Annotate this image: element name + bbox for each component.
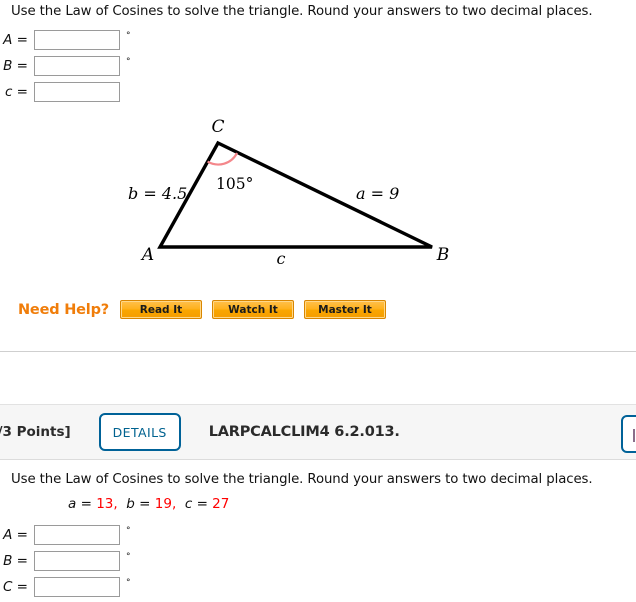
answer-input-B[interactable] (34, 56, 120, 76)
details-button[interactable]: DETAILS (98, 413, 181, 451)
bottom-answer-input-B[interactable] (34, 551, 120, 571)
need-help-bar: Need Help? Read It Watch It Master It (0, 300, 396, 319)
bottom-answer-label-B: B = (3, 553, 28, 569)
bottom-answer-row-A: A = ° (0, 522, 131, 548)
master-it-button[interactable]: Master It (303, 300, 386, 319)
question-header-bar: -/3 Points] DETAILS LARPCALCLIM4 6.2.013… (0, 404, 636, 460)
bottom-answer-input-C[interactable] (34, 577, 120, 597)
bottom-answer-fields: A = ° B = ° C = ° (0, 522, 131, 600)
given-var-b: b (126, 496, 135, 512)
answer-label-A: A = (3, 32, 28, 48)
vertex-label-A: A (140, 245, 154, 265)
bottom-answer-row-B: B = ° (0, 548, 131, 574)
top-answer-fields: A = ° B = ° c = ° (0, 27, 131, 105)
need-help-label: Need Help? (18, 301, 109, 318)
read-it-button[interactable]: Read It (119, 300, 202, 319)
answer-label-c: c = (4, 84, 28, 100)
question-title: LARPCALCLIM4 6.2.013. (208, 424, 400, 440)
bottom-answer-label-A: A = (3, 527, 28, 543)
bottom-degree-symbol-C: ° (126, 577, 131, 588)
given-eq-c: = (196, 496, 208, 512)
answer-input-A[interactable] (34, 30, 120, 50)
given-value-b: 19 (154, 496, 172, 512)
triangle-figure: C A B 105° b = 4.5 a = 9 c (0, 110, 636, 275)
vertex-label-C: C (211, 117, 224, 137)
truncated-right-button[interactable] (621, 415, 636, 453)
degree-symbol-A: ° (126, 30, 131, 41)
given-value-c: 27 (212, 496, 230, 512)
given-values: a = 13, b = 19, c = 27 (68, 496, 229, 512)
answer-label-B: B = (3, 58, 28, 74)
given-eq-a: = (80, 496, 92, 512)
points-indicator: -/3 Points] (0, 424, 71, 440)
bottom-answer-input-A[interactable] (34, 525, 120, 545)
answer-row-B: B = ° (0, 53, 131, 79)
watch-it-button[interactable]: Watch It (211, 300, 294, 319)
side-label-b: b = 4.5 (128, 184, 187, 203)
triangle-diagram-svg: C A B 105° b = 4.5 a = 9 c (128, 117, 450, 268)
given-value-a: 13 (96, 496, 114, 512)
answer-row-A: A = ° (0, 27, 131, 53)
truncated-button-glyph (633, 429, 635, 442)
angle-value-label: 105° (216, 175, 253, 193)
answer-input-c[interactable] (34, 82, 120, 102)
bottom-degree-symbol-A: ° (126, 525, 131, 536)
side-label-a: a = 9 (356, 184, 399, 203)
given-eq-b: = (139, 496, 151, 512)
side-label-c: c (277, 249, 286, 268)
bottom-problem-prompt: Use the Law of Cosines to solve the tria… (11, 472, 593, 487)
bottom-answer-label-C: C = (2, 579, 28, 595)
bottom-degree-symbol-B: ° (126, 551, 131, 562)
vertex-label-B: B (436, 245, 450, 265)
answer-row-c: c = ° (0, 79, 131, 105)
top-problem-prompt: Use the Law of Cosines to solve the tria… (11, 4, 593, 19)
section-divider (0, 351, 636, 352)
degree-symbol-B: ° (126, 56, 131, 67)
bottom-answer-row-C: C = ° (0, 574, 131, 600)
